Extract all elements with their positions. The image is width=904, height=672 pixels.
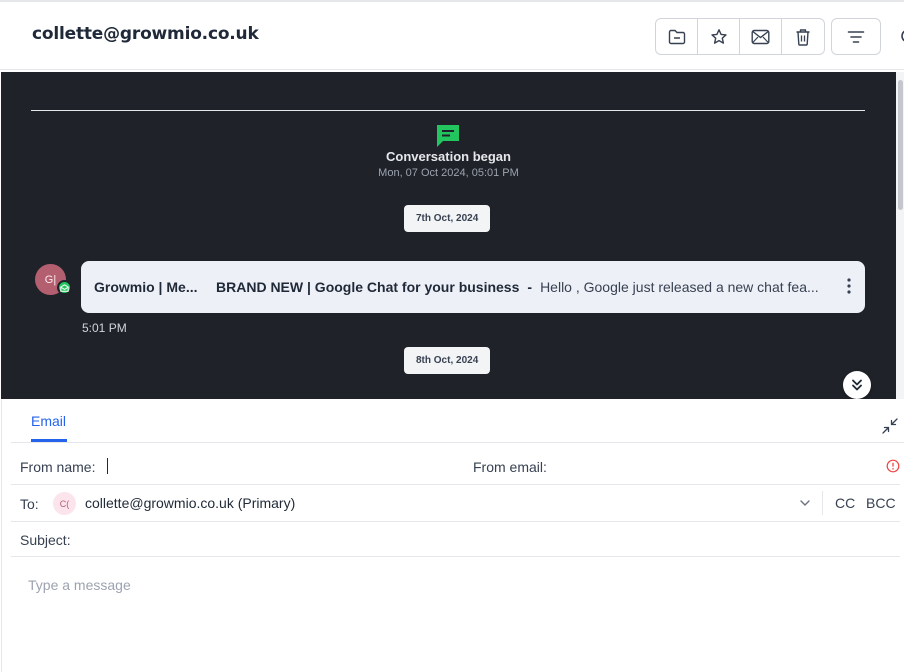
warning-icon <box>886 459 900 473</box>
collapse-icon[interactable] <box>882 418 898 434</box>
star-button[interactable] <box>698 19 740 54</box>
conversation-header: collette@growmio.co.uk <box>0 0 904 70</box>
date-chip: 7th Oct, 2024 <box>404 205 491 232</box>
field-divider <box>11 484 900 485</box>
message-bubble[interactable]: Growmio | Me... BRAND NEW | Google Chat … <box>81 261 865 313</box>
message-input[interactable]: Type a message <box>28 577 131 593</box>
filter-lines-icon <box>847 30 865 43</box>
conversation-began-date: Mon, 07 Oct 2024, 05:01 PM <box>378 167 519 179</box>
subject-label[interactable]: Subject: <box>20 532 71 548</box>
recipient-select[interactable]: collette@growmio.co.uk (Primary) <box>85 495 295 511</box>
from-name-label: From name: <box>20 459 96 475</box>
message-subject: BRAND NEW | Google Chat for your busines… <box>216 279 520 295</box>
message-sender: Growmio | Me... <box>94 279 198 295</box>
from-email-label[interactable]: From email: <box>473 459 547 475</box>
recipient-avatar: C( <box>53 492 76 515</box>
chevron-down-icon[interactable] <box>799 498 811 508</box>
cc-separator <box>822 491 823 515</box>
message-time: 5:01 PM <box>82 321 127 335</box>
move-to-folder-button[interactable] <box>656 19 698 54</box>
field-divider <box>11 556 900 557</box>
chat-bubble-icon <box>437 125 459 147</box>
email-open-icon <box>60 283 69 292</box>
conversation-began-title: Conversation began <box>386 149 511 164</box>
folder-icon <box>668 29 685 44</box>
cc-button[interactable]: CC <box>835 495 855 511</box>
double-chevron-down-icon <box>852 379 862 391</box>
message-separator: - <box>527 279 533 295</box>
filter-button[interactable] <box>831 18 881 55</box>
contact-email-title: collette@growmio.co.uk <box>32 24 259 44</box>
kebab-menu-icon[interactable] <box>847 278 851 294</box>
scroll-to-bottom-button[interactable] <box>843 371 871 399</box>
date-chip: 8th Oct, 2024 <box>404 347 491 374</box>
more-options-icon[interactable] <box>898 26 904 46</box>
delete-button[interactable] <box>782 19 824 54</box>
envelope-icon <box>751 29 770 44</box>
trash-icon <box>796 28 810 46</box>
thread-divider <box>31 110 865 111</box>
tabs-divider <box>11 442 904 443</box>
composer-panel <box>1 399 904 672</box>
email-channel-badge <box>57 280 72 295</box>
message-preview: Hello , Google just released a new chat … <box>540 279 819 295</box>
header-action-group <box>655 18 825 55</box>
tab-email[interactable]: Email <box>31 413 66 429</box>
conversation-thread[interactable]: Conversation began Mon, 07 Oct 2024, 05:… <box>1 72 896 399</box>
star-icon <box>710 28 727 44</box>
to-label: To: <box>20 496 39 512</box>
from-name-input[interactable] <box>107 458 108 474</box>
field-divider <box>11 521 900 522</box>
scrollbar-thumb[interactable] <box>898 80 903 210</box>
bcc-button[interactable]: BCC <box>866 495 896 511</box>
mark-unread-button[interactable] <box>740 19 782 54</box>
